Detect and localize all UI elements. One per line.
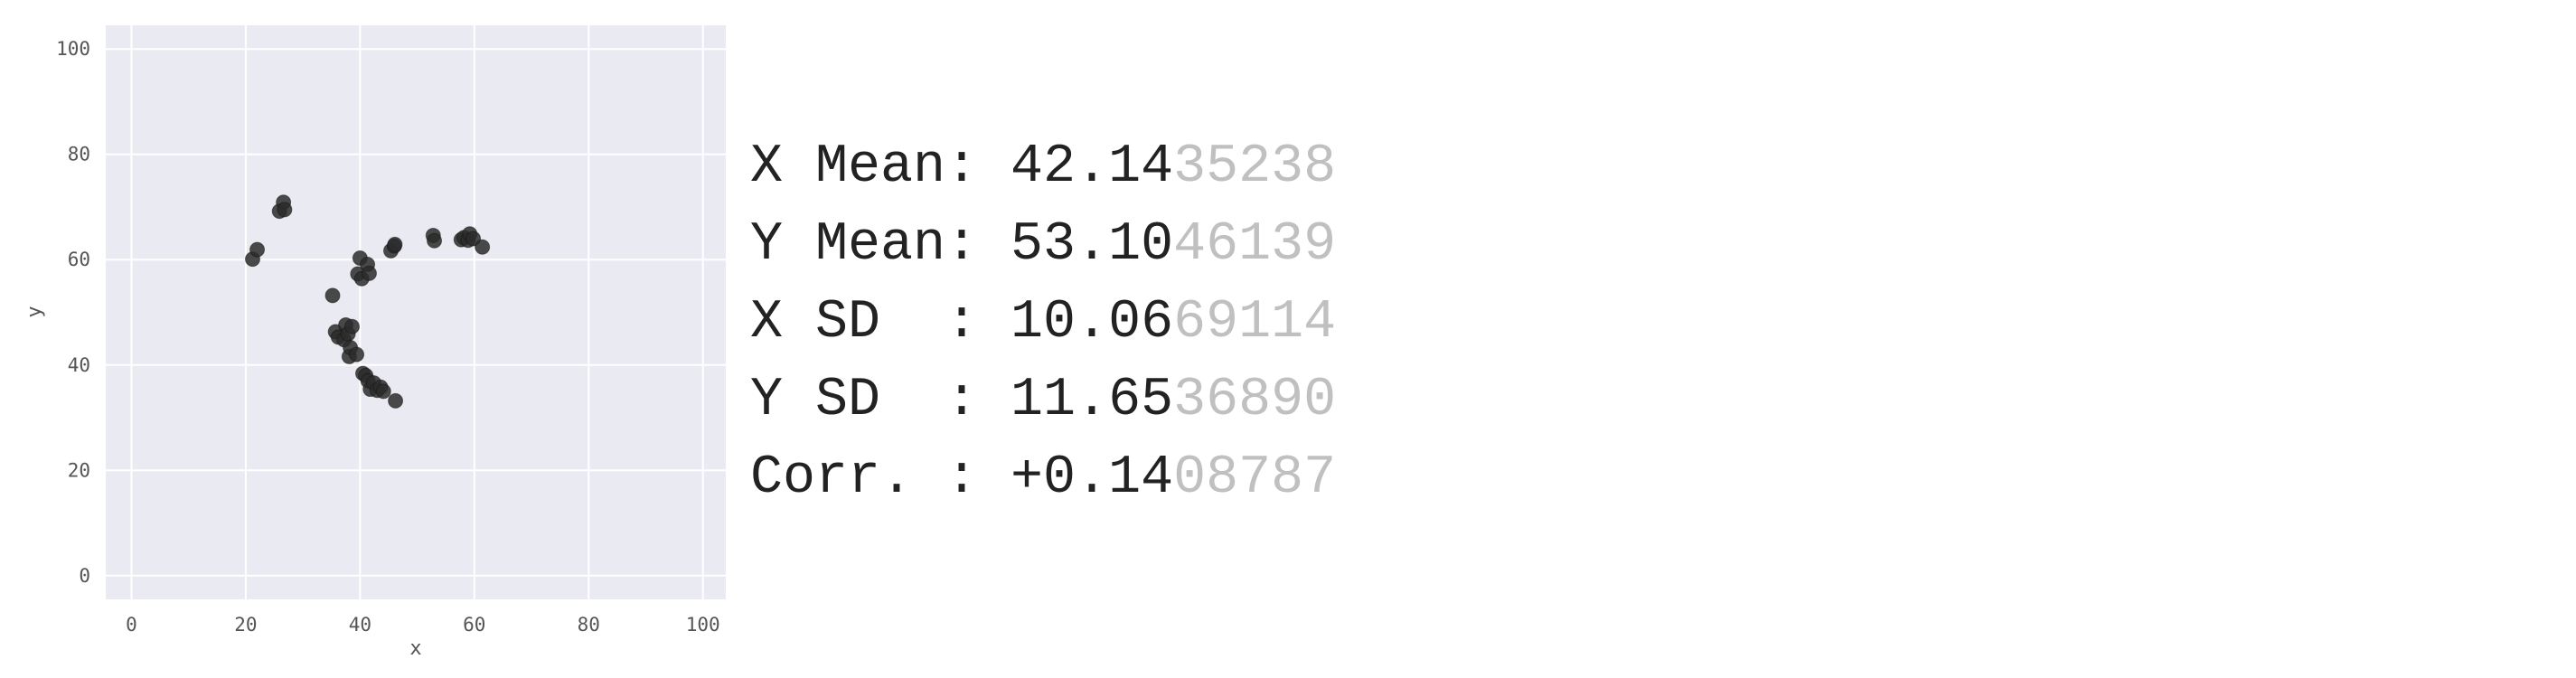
stat-value-extra-digits: 36890 — [1173, 370, 1337, 431]
data-point — [277, 202, 293, 218]
y-tick-label: 60 — [68, 249, 90, 270]
stat-label: X SD : — [750, 292, 1011, 353]
plot-area — [106, 25, 726, 599]
x-tick-label: 100 — [686, 614, 720, 636]
stat-value-significant: 10.06 — [1011, 292, 1174, 353]
stat-line: Corr. : +0.1408787 — [750, 439, 1336, 517]
x-tick-label: 60 — [463, 614, 485, 636]
x-tick-label: 20 — [234, 614, 257, 636]
data-point — [375, 383, 391, 400]
stat-value-extra-digits: 46139 — [1173, 214, 1337, 276]
stat-line: Y SD : 11.6536890 — [750, 362, 1336, 439]
y-axis-label: y — [24, 306, 46, 317]
stat-label: Corr. : — [750, 447, 1011, 509]
y-tick-label: 20 — [68, 459, 90, 481]
data-point — [249, 241, 266, 258]
data-point — [344, 318, 361, 334]
summary-statistics: X Mean: 42.1435238 Y Mean: 53.1046139 X SD… — [750, 128, 1336, 517]
y-tick-labels: 0 20 40 60 80 100 — [56, 38, 90, 587]
x-tick-labels: 0 20 40 60 80 100 — [126, 614, 720, 636]
stat-label: Y Mean: — [750, 214, 1011, 276]
y-tick-label: 80 — [68, 144, 90, 165]
data-point — [388, 392, 404, 409]
scatter-chart: 0 20 40 60 80 100 0 20 40 60 80 100 x y — [24, 25, 726, 660]
stat-value-extra-digits: 69114 — [1173, 292, 1337, 353]
y-tick-label: 100 — [56, 38, 90, 60]
stat-line: X SD : 10.0669114 — [750, 284, 1336, 362]
data-point — [427, 232, 443, 249]
x-tick-label: 0 — [126, 614, 137, 636]
data-point — [475, 239, 491, 255]
stat-value-significant: 11.65 — [1011, 370, 1174, 431]
data-point — [387, 236, 403, 252]
stat-value-significant: +0.14 — [1011, 447, 1174, 509]
y-tick-label: 0 — [79, 565, 90, 587]
stat-label: Y SD : — [750, 370, 1011, 431]
x-tick-label: 80 — [578, 614, 600, 636]
stat-line: X Mean: 42.1435238 — [750, 128, 1336, 206]
y-tick-label: 40 — [68, 354, 90, 376]
stat-value-extra-digits: 35238 — [1173, 137, 1337, 198]
stat-line: Y Mean: 53.1046139 — [750, 206, 1336, 284]
data-point — [349, 346, 365, 363]
x-axis-label: x — [409, 637, 421, 660]
data-point — [361, 265, 377, 281]
stat-label: X Mean: — [750, 137, 1011, 198]
x-tick-label: 40 — [349, 614, 371, 636]
data-point — [324, 287, 341, 304]
stat-value-significant: 42.14 — [1011, 137, 1174, 198]
stat-value-extra-digits: 08787 — [1173, 447, 1337, 509]
stat-value-significant: 53.10 — [1011, 214, 1174, 276]
